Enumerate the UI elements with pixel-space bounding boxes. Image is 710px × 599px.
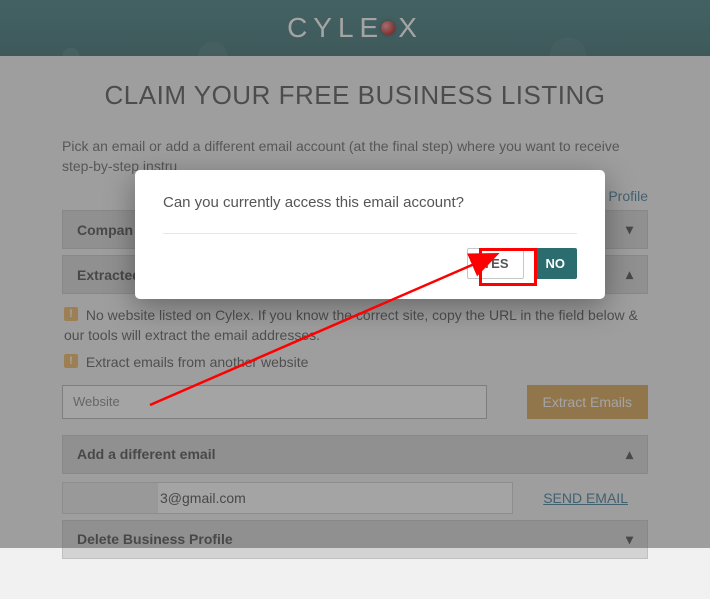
modal-actions: YES NO bbox=[163, 248, 577, 279]
modal-question: Can you currently access this email acco… bbox=[163, 194, 577, 211]
modal-divider bbox=[163, 233, 577, 234]
no-button[interactable]: NO bbox=[534, 248, 578, 279]
yes-button[interactable]: YES bbox=[467, 248, 523, 279]
confirm-email-modal: Can you currently access this email acco… bbox=[135, 170, 605, 299]
